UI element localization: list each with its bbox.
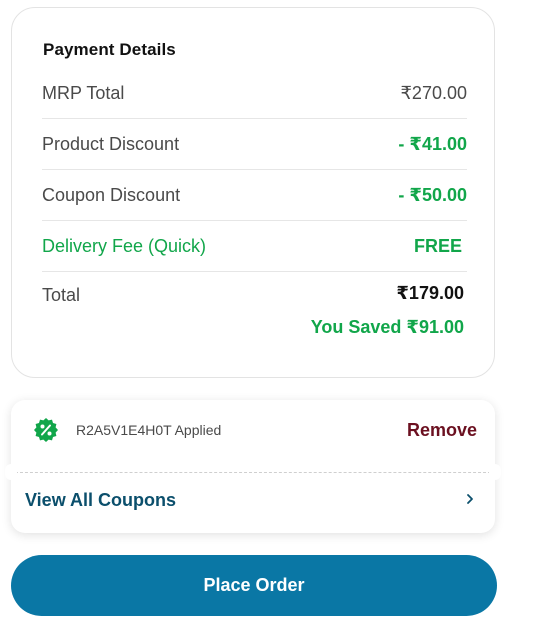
delivery-fee-row: Delivery Fee (Quick) FREE [42,221,467,272]
payment-details-title: Payment Details [43,40,176,59]
applied-coupon-row: R2A5V1E4H0T Applied Remove [11,400,495,472]
chevron-right-icon [467,494,473,504]
mrp-total-row: MRP Total ₹270.00 [42,68,467,119]
view-all-coupons-link[interactable]: View All Coupons [11,472,495,533]
coupon-discount-value: - ₹50.00 [398,184,467,205]
you-saved-text: You Saved ₹91.00 [310,317,464,337]
delivery-fee-label: Delivery Fee (Quick) [42,235,207,256]
product-discount-value: - ₹41.00 [398,133,467,154]
total-label: Total [42,285,81,305]
applied-coupon-text: R2A5V1E4H0T Applied [76,422,222,438]
checkout-summary: Payment Details MRP Total ₹270.00 Produc… [0,0,538,628]
payment-details-card: Payment Details MRP Total ₹270.00 Produc… [11,7,495,378]
view-all-coupons-label: View All Coupons [25,490,177,510]
remove-coupon-button[interactable]: Remove [407,420,477,441]
product-discount-row: Product Discount - ₹41.00 [42,119,467,170]
coupon-card: R2A5V1E4H0T Applied Remove View All Coup… [5,400,501,533]
mrp-total-label: MRP Total [42,82,125,103]
coupon-discount-label: Coupon Discount [42,184,181,205]
delivery-fee-value: FREE [413,235,462,256]
total-value: ₹179.00 [396,283,464,303]
coupon-discount-row: Coupon Discount - ₹50.00 [42,170,467,221]
discount-badge-icon [34,418,58,442]
mrp-total-value: ₹270.00 [400,82,467,103]
place-order-button[interactable]: Place Order [11,555,497,616]
product-discount-label: Product Discount [42,133,180,154]
